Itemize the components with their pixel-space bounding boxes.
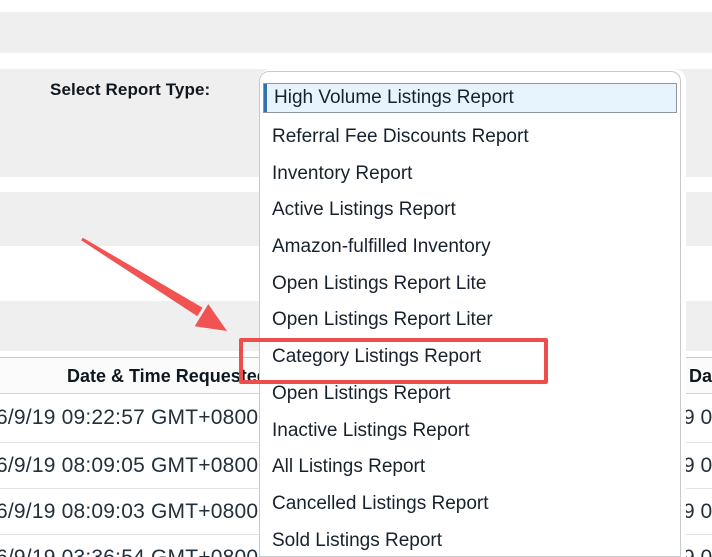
report-type-option[interactable]: Referral Fee Discounts Report [260,119,680,156]
date-time-requested-cell: 6/9/19 09:22:57 GMT+0800 [0,406,258,430]
page: Select Report Type: Date & Time Requeste… [0,0,712,557]
report-type-option[interactable]: Cancelled Listings Report [260,486,680,523]
report-type-option[interactable]: Open Listings Report [260,376,680,413]
report-type-option[interactable]: Sold Listings Report [260,523,680,557]
second-column-cell-fragment: 9 08 [683,454,712,478]
report-type-options: Referral Fee Discounts ReportInventory R… [260,119,680,557]
report-type-option[interactable]: Inventory Report [260,156,680,193]
column-header-second-fragment: Da [689,366,712,387]
date-time-requested-cell: 6/9/19 03:36:54 GMT+0800 [0,546,258,557]
report-type-dropdown-popup: High Volume Listings Report Referral Fee… [259,69,686,557]
column-header-date-time-requested: Date & Time Requested [67,366,268,387]
report-type-option[interactable]: Amazon-fulfilled Inventory [260,229,680,266]
report-type-option[interactable]: Open Listings Report Lite [260,266,680,303]
select-report-type-label: Select Report Type: [50,80,210,100]
date-time-requested-cell: 6/9/19 08:09:03 GMT+0800 [0,500,258,524]
report-type-option[interactable]: Category Listings Report [260,339,680,376]
second-column-cell-fragment: 9 03 [683,546,712,557]
report-type-listbox: High Volume Listings Report Referral Fee… [259,71,681,557]
report-type-option[interactable]: All Listings Report [260,449,680,486]
report-type-option[interactable]: Inactive Listings Report [260,413,680,450]
option-selected[interactable]: High Volume Listings Report [263,83,677,113]
background-band [0,12,712,53]
report-type-option[interactable]: Active Listings Report [260,192,680,229]
second-column-cell-fragment: 9 09 [683,406,712,430]
report-type-option[interactable]: Open Listings Report Liter [260,302,680,339]
date-time-requested-cell: 6/9/19 08:09:05 GMT+0800 [0,454,258,478]
second-column-cell-fragment: 9 08 [683,500,712,524]
